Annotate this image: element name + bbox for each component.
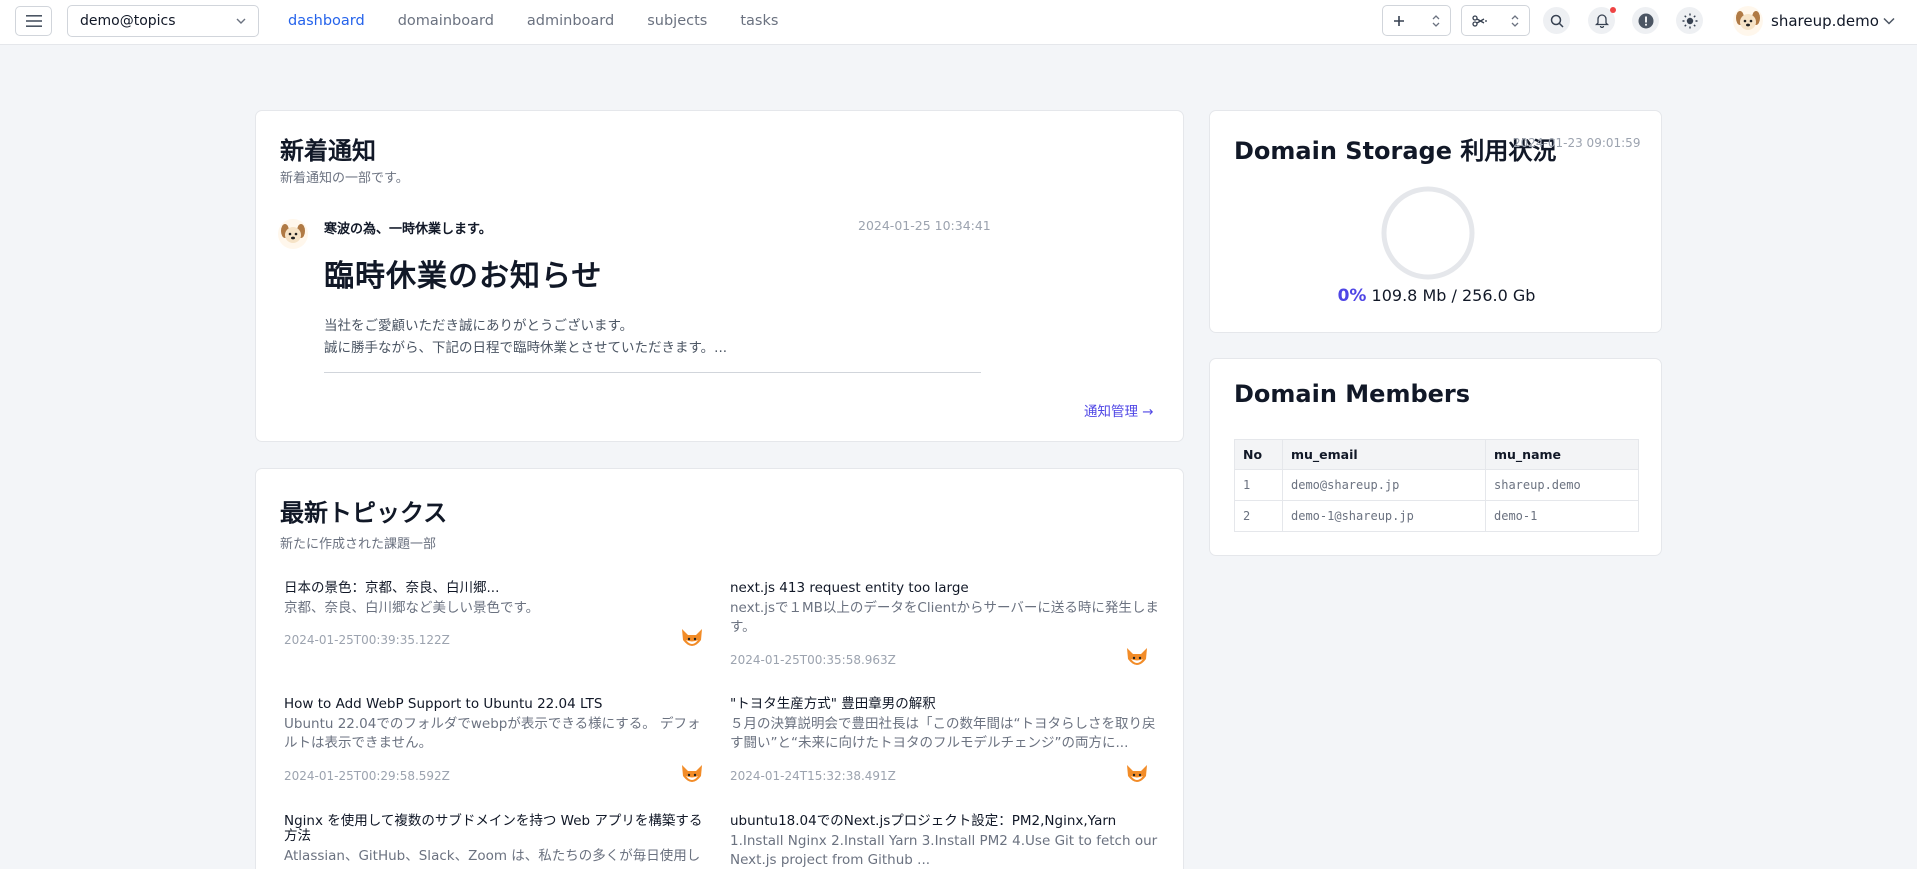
storage-usage-value: 109.8 Mb / 256.0 Gb (1371, 286, 1536, 305)
dog-avatar-icon (278, 219, 308, 249)
domain-select-value: demo@topics (80, 13, 176, 29)
storage-title: Domain Storage 利用状況 (1234, 137, 1557, 165)
fox-avatar-icon (1127, 648, 1147, 665)
column-header: No (1234, 439, 1283, 470)
dog-avatar-icon (1733, 6, 1763, 36)
bell-icon (1594, 14, 1609, 28)
menu-button[interactable] (15, 6, 52, 36)
storage-date: 2024-01-23 09:01:59 (1513, 136, 1641, 150)
up-down-icon (1432, 14, 1440, 27)
divider (324, 372, 981, 373)
table-cell: demo-1@shareup.jp (1282, 500, 1486, 532)
tools-dropdown[interactable] (1461, 5, 1530, 36)
notification-dot (1610, 7, 1616, 13)
topic-date: 2024-01-25T00:29:58.592Z (284, 769, 450, 783)
table-row[interactable]: 2 demo-1@shareup.jp demo-1 (1234, 500, 1639, 532)
topic-date: 2024-01-25T00:39:35.122Z (284, 633, 450, 647)
topic-item[interactable]: How to Add WebP Support to Ubuntu 22.04 … (284, 697, 709, 753)
user-name: shareup.demo (1771, 12, 1879, 30)
storage-gauge (1381, 186, 1475, 280)
topic-date: 2024-01-24T15:32:38.491Z (730, 769, 896, 783)
nav-dashboard[interactable]: dashboard (288, 13, 365, 29)
search-icon (1550, 14, 1564, 28)
table-cell: demo-1 (1485, 500, 1639, 532)
topic-item[interactable]: Nginx を使用して複数のサブドメインを持つ Web アプリを構築する方法 A… (284, 814, 709, 866)
topic-title: How to Add WebP Support to Ubuntu 22.04 … (284, 696, 603, 712)
chevron-down-icon (1883, 17, 1895, 25)
topics-subtitle: 新たに作成された課題一部 (280, 537, 437, 552)
fox-avatar-icon (1127, 765, 1147, 782)
menu-icon (25, 15, 42, 27)
up-down-icon (1511, 14, 1519, 27)
search-button[interactable] (1543, 7, 1570, 34)
fox-avatar-icon (682, 765, 702, 782)
topic-date: 2024-01-25T00:35:58.963Z (730, 653, 896, 667)
scissors-icon (1472, 14, 1487, 27)
user-menu[interactable]: shareup.demo (1733, 6, 1895, 36)
members-table: No mu_email mu_name 1 demo@shareup.jp sh… (1234, 439, 1639, 532)
topics-title: 最新トピックス (280, 499, 448, 527)
table-cell: 2 (1234, 500, 1283, 532)
alert-icon (1638, 13, 1653, 28)
topic-title: 日本の景色：京都、奈良、白川郷... (284, 580, 500, 596)
storage-usage: 0% 109.8 Mb / 256.0 Gb (1210, 286, 1663, 306)
topic-description: Ubuntu 22.04でのフォルダでwebpが表示できる様にする。 デフォルト… (284, 716, 701, 751)
notification-item-date: 2024-01-25 10:34:41 (858, 218, 991, 233)
topic-description: 京都、奈良、白川郷など美しい景色です。 (284, 600, 540, 616)
nav-adminboard[interactable]: adminboard (527, 13, 614, 29)
topic-title: "トヨタ生産方式" 豊田章男の解釈 (730, 696, 936, 712)
theme-toggle[interactable] (1676, 7, 1703, 34)
topic-item[interactable]: ubuntu18.04でのNext.jsプロジェクト設定：PM2,Nginx,Y… (730, 814, 1160, 869)
notification-manage-link[interactable]: 通知管理 → (1084, 400, 1154, 420)
notifications-card: 新着通知 新着通知の一部です。 寒波の為、一時休業します。 2024-01-25… (255, 110, 1184, 442)
main-nav: dashboard domainboard adminboard subject… (288, 0, 811, 42)
topic-item[interactable]: 日本の景色：京都、奈良、白川郷... 京都、奈良、白川郷など美しい景色です。 (284, 581, 704, 618)
sun-icon (1682, 13, 1697, 28)
nav-tasks[interactable]: tasks (740, 13, 778, 29)
topic-item[interactable]: next.js 413 request entity too large nex… (730, 581, 1160, 637)
notification-body: 当社をご愛顧いただき誠にありがとうございます。 誠に勝手ながら、下記の日程で臨時… (324, 315, 727, 359)
topic-title: next.js 413 request entity too large (730, 580, 969, 596)
table-header-row: No mu_email mu_name (1234, 439, 1639, 470)
topic-title: ubuntu18.04でのNext.jsプロジェクト設定：PM2,Nginx,Y… (730, 813, 1117, 829)
storage-percent: 0% (1337, 286, 1367, 306)
chevron-down-icon (236, 18, 246, 24)
topic-description: 1.Install Nginx 2.Install Yarn 3.Install… (730, 833, 1158, 868)
nav-subjects[interactable]: subjects (647, 13, 707, 29)
notification-body-line: 誠に勝手ながら、下記の日程で臨時休業とさせていただきます。... (324, 340, 728, 356)
topics-card: 最新トピックス 新たに作成された課題一部 日本の景色：京都、奈良、白川郷... … (255, 468, 1184, 869)
topic-title: Nginx を使用して複数のサブドメインを持つ Web アプリを構築する方法 (284, 813, 703, 844)
table-cell: shareup.demo (1485, 469, 1639, 501)
topic-description: Atlassian、GitHub、Slack、Zoom は、私たちの多くが毎日使… (284, 848, 701, 864)
topic-description: next.jsで１MB以上のデータをClientからサーバーに送る時に発生します… (730, 600, 1159, 635)
top-bar: demo@topics dashboard domainboard adminb… (0, 0, 1917, 45)
column-header: mu_email (1282, 439, 1486, 470)
notification-item-title[interactable]: 寒波の為、一時休業します。 (324, 218, 492, 237)
notification-headline: 臨時休業のお知らせ (324, 259, 603, 294)
notifications-subtitle: 新着通知の一部です。 (280, 171, 409, 186)
notification-body-line: 当社をご愛顧いただき誠にありがとうございます。 (324, 318, 634, 334)
alert-button[interactable] (1632, 7, 1659, 34)
fox-avatar-icon (682, 629, 702, 646)
storage-card: Domain Storage 利用状況 2024-01-23 09:01:59 … (1209, 110, 1662, 333)
members-card: Domain Members No mu_email mu_name 1 dem… (1209, 358, 1662, 556)
members-title: Domain Members (1234, 380, 1471, 408)
table-cell: 1 (1234, 469, 1283, 501)
topic-item[interactable]: "トヨタ生産方式" 豊田章男の解釈 ５月の決算説明会で豊田社長は「この数年間は“… (730, 697, 1160, 753)
table-row[interactable]: 1 demo@shareup.jp shareup.demo (1234, 469, 1639, 501)
topic-description: ５月の決算説明会で豊田社長は「この数年間は“トヨタらしさを取り戻す闘い”と“未来… (730, 716, 1156, 751)
column-header: mu_name (1485, 439, 1639, 470)
add-dropdown[interactable] (1382, 5, 1451, 36)
nav-domainboard[interactable]: domainboard (398, 13, 494, 29)
domain-select[interactable]: demo@topics (67, 5, 259, 37)
notifications-title: 新着通知 (280, 137, 376, 165)
table-cell: demo@shareup.jp (1282, 469, 1486, 501)
plus-icon (1394, 15, 1404, 26)
